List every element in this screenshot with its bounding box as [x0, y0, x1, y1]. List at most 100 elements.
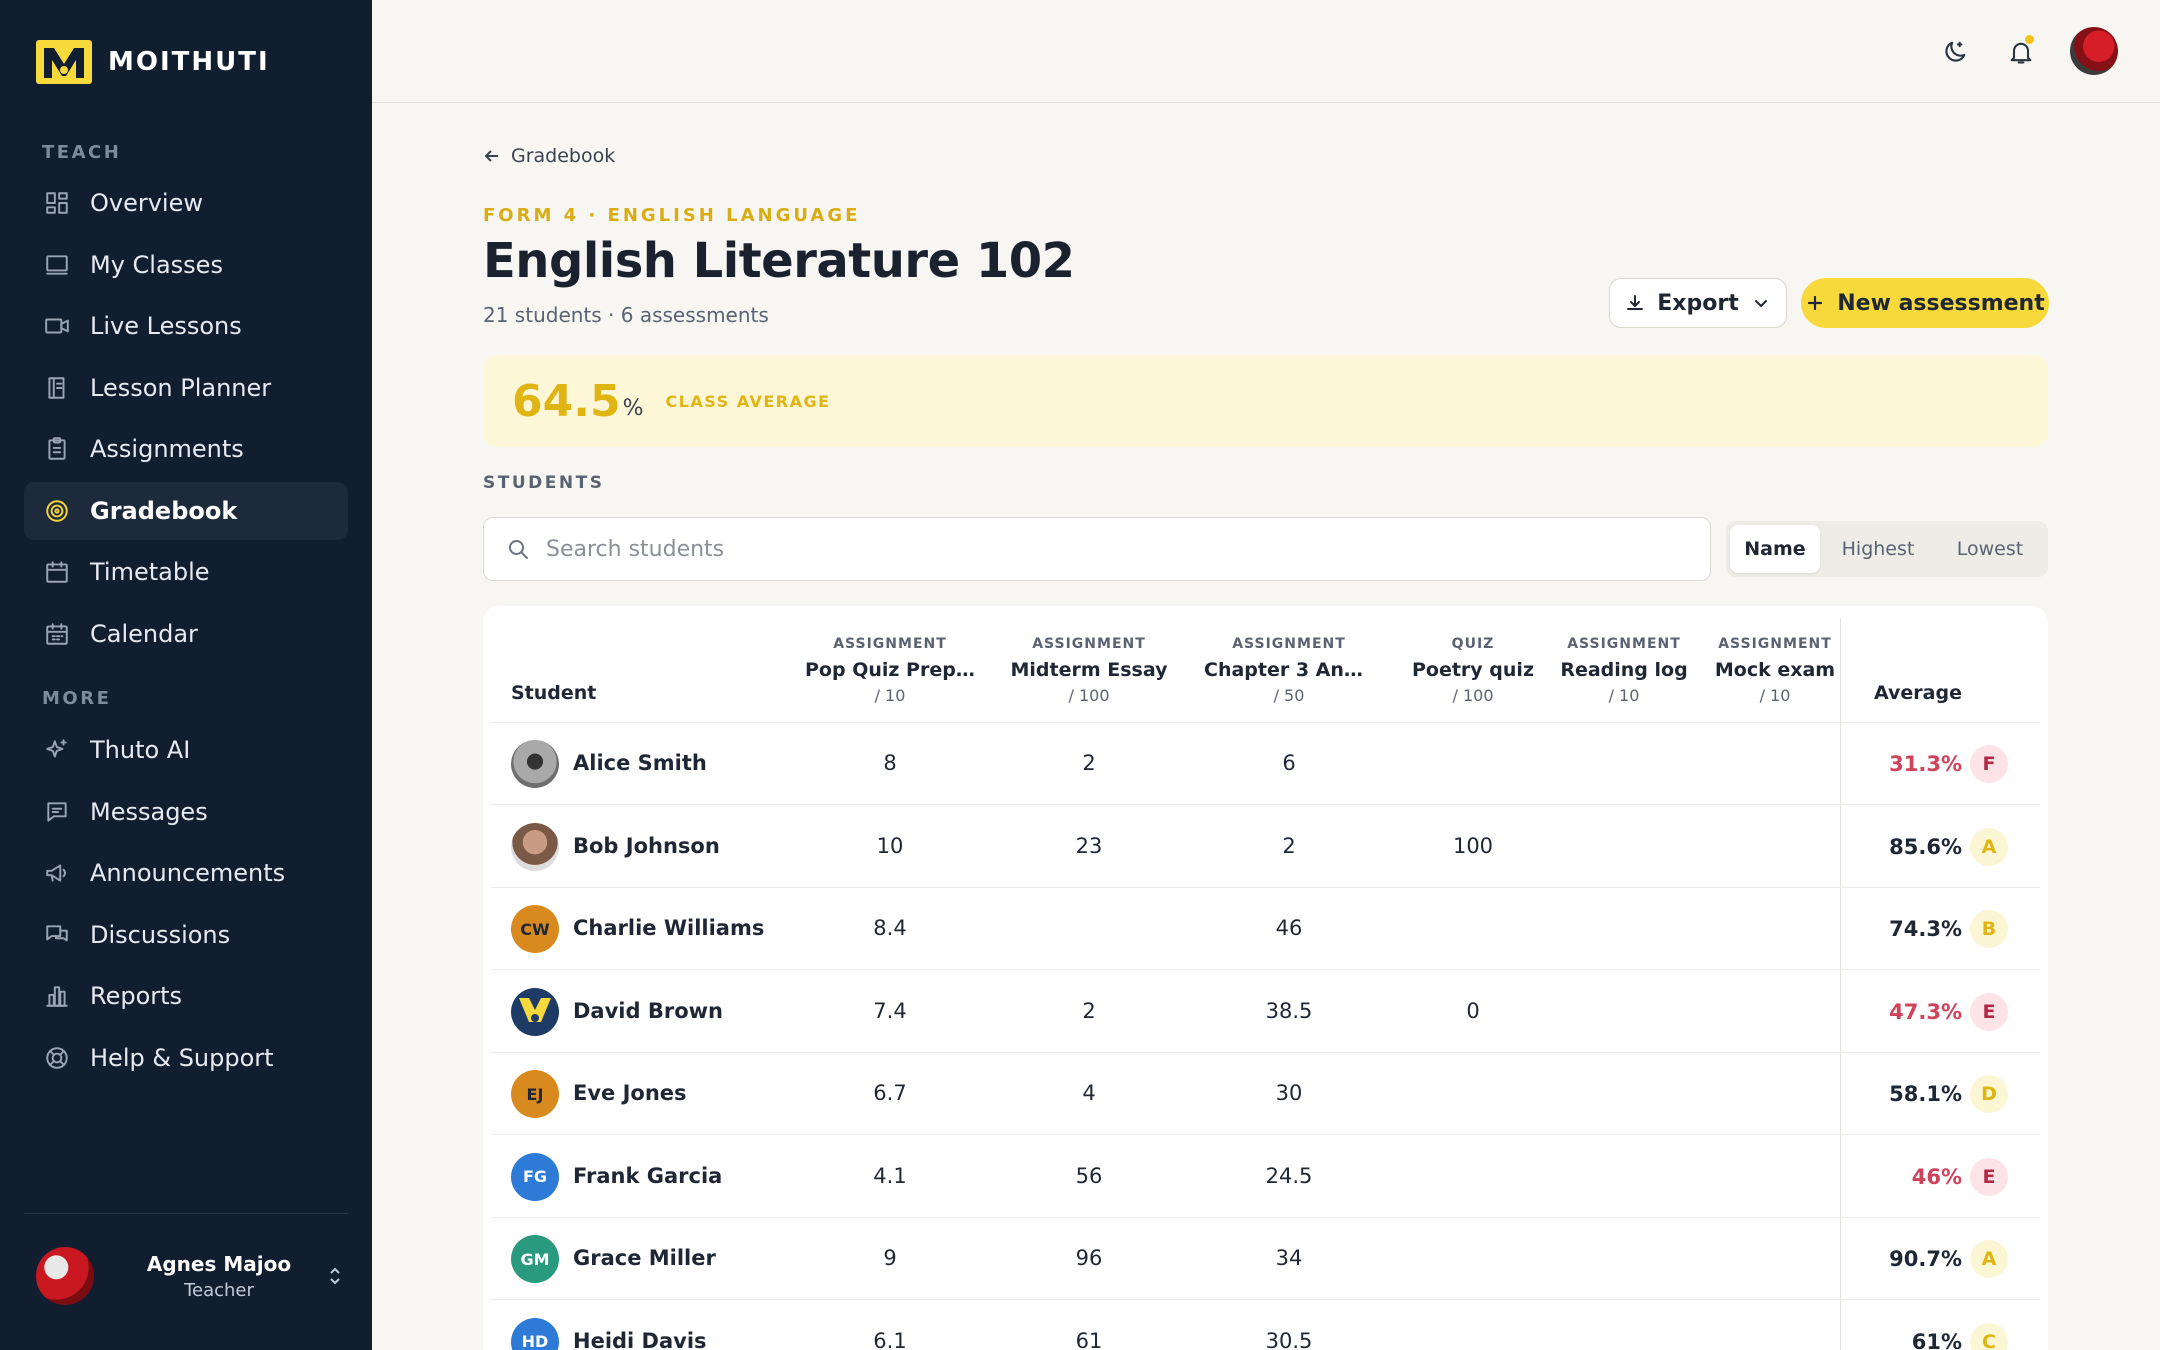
- average-column-header[interactable]: Average: [1848, 682, 1988, 704]
- assessment-column-header[interactable]: ASSIGNMENT Chapter 3 Analys... / 50: [1204, 606, 1374, 723]
- page-subtitle: 21 students · 6 assessments: [483, 303, 769, 327]
- gradebook-table: Student Average ASSIGNMENT Pop Quiz Prepa…: [483, 606, 2048, 1350]
- sidebar-item-label: Live Lessons: [90, 312, 242, 340]
- sidebar-item-help-support[interactable]: Help & Support: [24, 1029, 348, 1087]
- sidebar-item-assignments[interactable]: Assignments: [24, 420, 348, 478]
- sidebar-item-calendar[interactable]: Calendar: [24, 605, 348, 663]
- sidebar-item-thuto-ai[interactable]: Thuto AI: [24, 721, 348, 779]
- score-cell[interactable]: 2: [1029, 999, 1149, 1023]
- video-icon: [44, 313, 70, 339]
- student-name[interactable]: David Brown: [573, 999, 723, 1023]
- score-cell[interactable]: 8.4: [830, 916, 950, 940]
- sidebar-item-messages[interactable]: Messages: [24, 783, 348, 841]
- score-cell[interactable]: 96: [1029, 1246, 1149, 1270]
- score-cell[interactable]: 6.1: [830, 1329, 950, 1350]
- avatar: [511, 740, 559, 788]
- sidebar-item-gradebook[interactable]: Gradebook: [24, 481, 348, 540]
- student-name[interactable]: Grace Miller: [573, 1246, 716, 1270]
- grade-badge: D: [1970, 1075, 2008, 1113]
- score-cell[interactable]: 4.1: [830, 1164, 950, 1188]
- score-cell[interactable]: 30: [1229, 1081, 1349, 1105]
- grid-icon: [44, 190, 70, 216]
- assessment-column-header[interactable]: ASSIGNMENT Pop Quiz Prepara... / 10: [805, 606, 975, 723]
- table-row[interactable]: Alice Smith 8 2 6 31.3% F: [491, 723, 2040, 805]
- score-cell[interactable]: 46: [1229, 916, 1349, 940]
- table-row[interactable]: HD Heidi Davis 6.1 61 30.5 61% C: [491, 1301, 2040, 1350]
- sort-by-name-button[interactable]: Name: [1730, 525, 1820, 573]
- export-button[interactable]: Export: [1609, 278, 1787, 328]
- theme-toggle-button[interactable]: [1933, 30, 1977, 74]
- score-cell[interactable]: 23: [1029, 834, 1149, 858]
- score-cell[interactable]: 2: [1229, 834, 1349, 858]
- student-name[interactable]: Heidi Davis: [573, 1329, 707, 1350]
- new-assessment-button[interactable]: New assessment: [1801, 278, 2049, 328]
- score-cell[interactable]: 4: [1029, 1081, 1149, 1105]
- sidebar-item-timetable[interactable]: Timetable: [24, 543, 348, 601]
- notification-dot: [2025, 35, 2034, 44]
- student-name[interactable]: Frank Garcia: [573, 1164, 722, 1188]
- score-cell[interactable]: 7.4: [830, 999, 950, 1023]
- student-name[interactable]: Alice Smith: [573, 751, 707, 775]
- table-row[interactable]: GM Grace Miller 9 96 34 90.7% A: [491, 1218, 2040, 1300]
- logo-avatar-icon: [519, 997, 551, 1022]
- column-max: / 10: [874, 686, 906, 705]
- score-cell[interactable]: 100: [1413, 834, 1533, 858]
- student-name[interactable]: Charlie Williams: [573, 916, 764, 940]
- column-title: Pop Quiz Prepara...: [805, 659, 975, 681]
- score-cell[interactable]: 56: [1029, 1164, 1149, 1188]
- calendar-icon: [44, 621, 70, 647]
- score-cell[interactable]: 8: [830, 751, 950, 775]
- score-cell[interactable]: 0: [1413, 999, 1533, 1023]
- avatar-initials: HD: [521, 1332, 549, 1350]
- grade-badge: F: [1970, 745, 2008, 783]
- score-cell[interactable]: 6: [1229, 751, 1349, 775]
- notifications-button[interactable]: [1999, 30, 2043, 74]
- table-row[interactable]: FG Frank Garcia 4.1 56 24.5 46% E: [491, 1136, 2040, 1218]
- sidebar-item-announcements[interactable]: Announcements: [24, 844, 348, 902]
- student-name[interactable]: Eve Jones: [573, 1081, 687, 1105]
- score-cell[interactable]: 38.5: [1229, 999, 1349, 1023]
- score-cell[interactable]: 30.5: [1229, 1329, 1349, 1350]
- sort-by-highest-button[interactable]: Highest: [1820, 525, 1936, 573]
- table-row[interactable]: CW Charlie Williams 8.4 46 74.3% B: [491, 888, 2040, 970]
- students-section-label: STUDENTS: [483, 473, 605, 493]
- profile-avatar[interactable]: [2070, 27, 2118, 75]
- score-cell[interactable]: 24.5: [1229, 1164, 1349, 1188]
- arrow-left-icon: [484, 150, 498, 162]
- assessment-column-header[interactable]: QUIZ Poetry quiz / 100: [1388, 606, 1558, 723]
- grade-badge: B: [1970, 910, 2008, 948]
- assessment-column-header[interactable]: ASSIGNMENT Mock exam / 10: [1690, 606, 1860, 723]
- score-cell[interactable]: 2: [1029, 751, 1149, 775]
- search-input[interactable]: [546, 536, 1646, 562]
- student-average: 61% C: [1848, 1322, 2008, 1350]
- score-cell[interactable]: 61: [1029, 1329, 1149, 1350]
- assessment-column-header[interactable]: ASSIGNMENT Reading log / 10: [1539, 606, 1709, 723]
- sort-by-lowest-button[interactable]: Lowest: [1936, 525, 2044, 573]
- sidebar-item-label: Help & Support: [90, 1043, 274, 1072]
- student-name[interactable]: Bob Johnson: [573, 834, 720, 858]
- sidebar-item-discussions[interactable]: Discussions: [24, 906, 348, 964]
- sidebar-item-lesson-planner[interactable]: Lesson Planner: [24, 359, 348, 417]
- brand[interactable]: MOITHUTI: [36, 40, 270, 84]
- user-profile-switcher[interactable]: Agnes Majoo Teacher: [36, 1246, 346, 1306]
- column-title: Chapter 3 Analys...: [1204, 659, 1374, 681]
- sidebar-item-label: Overview: [90, 189, 203, 217]
- sidebar-item-reports[interactable]: Reports: [24, 967, 348, 1025]
- lifebuoy-icon: [44, 1045, 70, 1071]
- top-bar: [372, 0, 2160, 103]
- class-eyebrow: FORM 4 · ENGLISH LANGUAGE: [483, 205, 861, 226]
- assessment-column-header[interactable]: ASSIGNMENT Midterm Essay / 100: [1004, 606, 1174, 723]
- table-row[interactable]: David Brown 7.4 2 38.5 0 47.3% E: [491, 971, 2040, 1053]
- sidebar-item-live-lessons[interactable]: Live Lessons: [24, 297, 348, 355]
- sidebar-item-my-classes[interactable]: My Classes: [24, 236, 348, 294]
- avatar: [36, 1247, 94, 1305]
- score-cell[interactable]: 34: [1229, 1246, 1349, 1270]
- score-cell[interactable]: 10: [830, 834, 950, 858]
- score-cell[interactable]: 6.7: [830, 1081, 950, 1105]
- table-row[interactable]: EJ Eve Jones 6.7 4 30 58.1% D: [491, 1053, 2040, 1135]
- back-to-gradebook-link[interactable]: Gradebook: [483, 145, 615, 167]
- table-row[interactable]: Bob Johnson 10 23 2 100 85.6% A: [491, 806, 2040, 888]
- score-cell[interactable]: 9: [830, 1246, 950, 1270]
- sidebar-item-overview[interactable]: Overview: [24, 174, 348, 232]
- column-max: / 100: [1452, 686, 1494, 705]
